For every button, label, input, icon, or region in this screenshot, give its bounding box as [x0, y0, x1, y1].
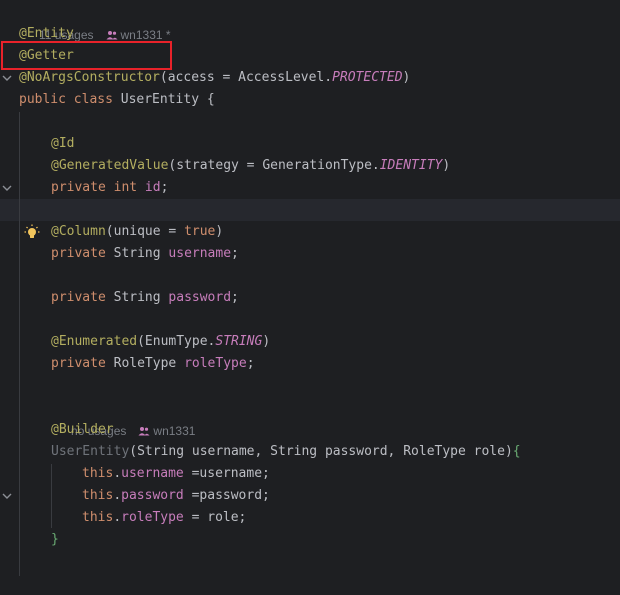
roletype-field: roleType: [176, 356, 247, 371]
closing-brace: }: [51, 532, 59, 547]
column-annotation: @Column: [51, 224, 106, 239]
class-name: UserEntity {: [112, 92, 215, 107]
code-line-13: @Builder: [0, 419, 620, 441]
ctor-usage-hint-row: no usages wn1331: [0, 398, 620, 438]
code-line-14: UserEntity(String username, String passw…: [0, 441, 620, 499]
getter-highlight-box: [1, 41, 172, 70]
code-line-10: private String password;: [51, 290, 239, 305]
constructor-name: UserEntity: [51, 444, 130, 459]
enumerated-annotation: @Enumerated: [51, 334, 138, 349]
code-line-15: this.username =username;: [82, 466, 270, 481]
code-line-8: @Column(unique = true): [51, 224, 224, 239]
generated-value-annotation: @GeneratedValue: [51, 158, 169, 173]
username-field: username: [160, 246, 232, 261]
code-line-6: @GeneratedValue(strategy = GenerationTyp…: [51, 158, 451, 173]
current-line[interactable]: [0, 199, 620, 221]
code-line-5: @Id: [0, 133, 620, 191]
code-line-16: this.password =password;: [82, 488, 270, 503]
class-keywords: public class: [19, 92, 113, 107]
code-line-3: @NoArgsConstructor(access = AccessLevel.…: [19, 70, 411, 85]
indent-guide: [19, 112, 20, 576]
code-line-18: }: [0, 529, 620, 551]
noargs-annotation: @NoArgsConstructor: [19, 70, 160, 85]
indent-guide: [51, 464, 52, 528]
code-line-7: private int id;: [0, 177, 620, 238]
password-field: password: [160, 290, 232, 305]
code-line-9: private String username;: [51, 246, 239, 261]
code-line-11: @Enumerated(EnumType.STRING): [51, 334, 271, 349]
code-editor[interactable]: 11 usages wn1331 * @Entity @Getter @NoArg…: [0, 0, 620, 576]
builder-annotation: @Builder: [51, 422, 114, 437]
ctor-usage-hint[interactable]: no usages wn1331: [51, 398, 195, 438]
code-line-17: this.roleType = role;: [82, 510, 247, 525]
id-field: id: [137, 180, 161, 195]
entity-annotation: @Entity: [19, 26, 74, 41]
id-annotation: @Id: [51, 136, 75, 151]
code-line-4: public class UserEntity {: [0, 89, 620, 111]
usage-hint-row: 11 usages wn1331 *: [0, 2, 620, 42]
class-usage-hint[interactable]: 11 usages wn1331 *: [19, 2, 171, 42]
code-line-12: private RoleType roleType;: [51, 356, 255, 371]
